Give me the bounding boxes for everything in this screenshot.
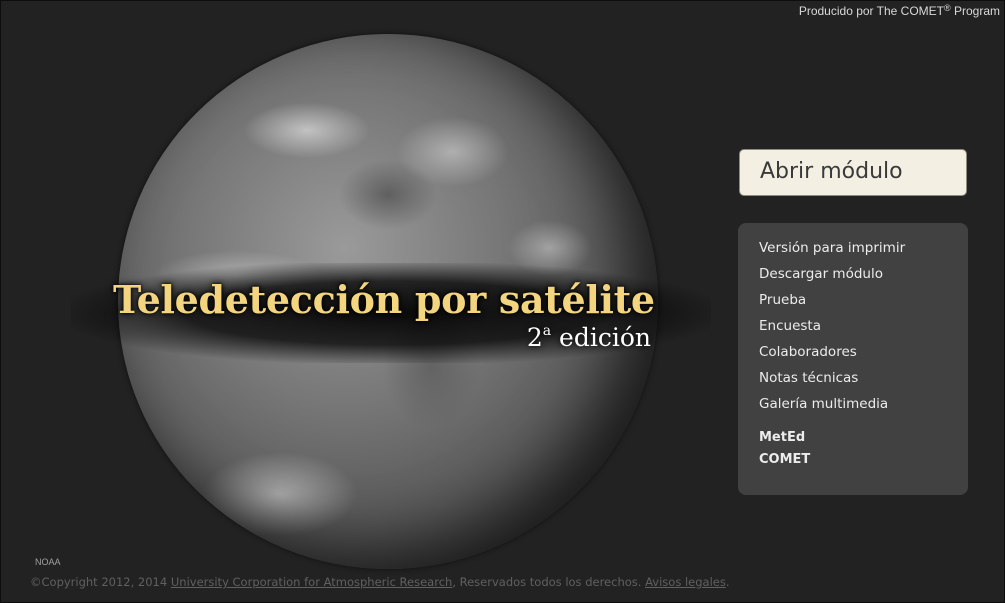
image-credit: NOAA	[35, 557, 61, 567]
copyright-text: ©Copyright 2012, 2014	[30, 575, 171, 589]
producer-credit: Producido por The COMET® Program	[799, 3, 1000, 18]
ucar-link[interactable]: University Corporation for Atmospheric R…	[171, 575, 452, 589]
module-title: Teledetección por satélite	[113, 277, 655, 322]
module-edition: 2a edición	[527, 323, 651, 352]
menu-item-survey[interactable]: Encuesta	[759, 316, 968, 342]
menu-item-contributors[interactable]: Colaboradores	[759, 342, 968, 368]
edition-ordinal: a	[542, 323, 552, 339]
edition-number: 2	[526, 323, 543, 352]
footer-period: .	[725, 575, 730, 589]
module-menu-panel: Versión para imprimir Descargar módulo P…	[738, 223, 968, 495]
menu-item-download-module[interactable]: Descargar módulo	[759, 264, 968, 290]
producer-prefix: Producido por The COMET	[798, 4, 944, 18]
legal-notices-link[interactable]: Avisos legales	[645, 575, 726, 589]
menu-item-quiz[interactable]: Prueba	[759, 290, 968, 316]
footer-copyright: ©Copyright 2012, 2014 University Corpora…	[30, 575, 730, 589]
menu-item-media-gallery[interactable]: Galería multimedia	[759, 394, 968, 420]
edition-label: edición	[551, 323, 651, 352]
rights-text: , Reservados todos los derechos.	[452, 575, 646, 589]
menu-item-technical-notes[interactable]: Notas técnicas	[759, 368, 968, 394]
menu-item-print-version[interactable]: Versión para imprimir	[759, 238, 968, 264]
link-comet[interactable]: COMET	[759, 450, 968, 472]
page-frame: Producido por The COMET® Program Teledet…	[0, 0, 1005, 603]
open-module-button[interactable]: Abrir módulo	[739, 149, 967, 196]
registered-mark: ®	[944, 3, 951, 13]
link-meted[interactable]: MetEd	[759, 428, 968, 450]
producer-suffix: Program	[950, 4, 1000, 18]
menu-site-links: MetEd COMET	[759, 428, 968, 472]
